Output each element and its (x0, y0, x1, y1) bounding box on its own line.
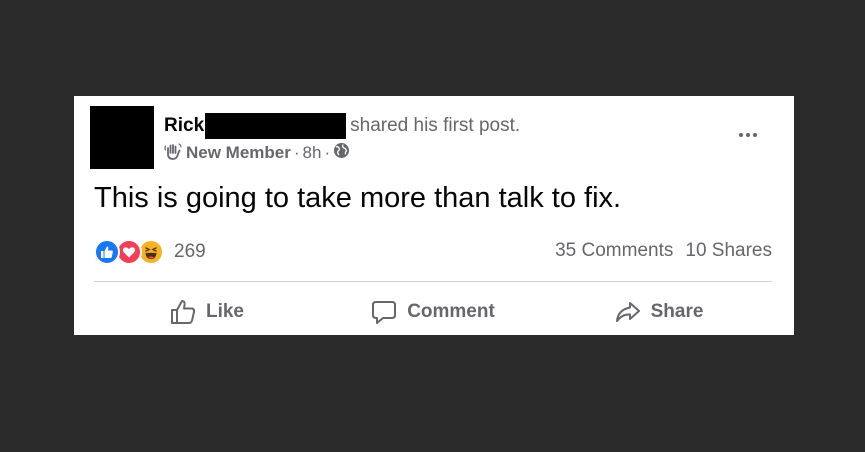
meta-separator: · (293, 143, 300, 162)
globe-icon[interactable] (333, 142, 350, 164)
comment-bubble-icon (371, 299, 397, 325)
comment-label: Comment (407, 301, 495, 322)
post-timestamp[interactable]: 8h (303, 143, 322, 163)
action-bar: Like Comment Share (94, 292, 772, 332)
post-header: Rick shared his first post. (164, 113, 520, 139)
avatar[interactable] (90, 106, 154, 169)
like-button[interactable]: Like (94, 292, 320, 332)
comments-count[interactable]: 35 Comments (555, 240, 673, 262)
divider (94, 281, 772, 282)
shared-text: shared his first post. (350, 115, 521, 136)
comment-button[interactable]: Comment (320, 292, 546, 332)
engagement-stats: 35 Comments 10 Shares (555, 240, 772, 262)
post-body: This is going to take more than talk to … (94, 182, 622, 214)
author-name[interactable]: Rick (164, 115, 204, 137)
share-label: Share (650, 301, 704, 322)
shares-count[interactable]: 10 Shares (685, 240, 772, 262)
new-member-badge: New Member (186, 143, 291, 162)
share-arrow-icon (615, 299, 641, 325)
waving-hand-icon (164, 142, 182, 165)
like-label: Like (205, 301, 245, 322)
reactions-summary[interactable]: 269 (94, 238, 206, 266)
thumbs-up-icon (170, 299, 196, 325)
meta-separator: · (324, 143, 331, 162)
more-options-icon[interactable] (734, 127, 762, 143)
reaction-count[interactable]: 269 (174, 241, 206, 263)
post-meta: New Member · 8h · (164, 142, 350, 164)
post-card: Rick shared his first post. New Member ·… (74, 96, 794, 335)
redacted-name-block (205, 113, 347, 139)
like-reaction-icon (94, 239, 120, 265)
share-button[interactable]: Share (546, 292, 772, 332)
